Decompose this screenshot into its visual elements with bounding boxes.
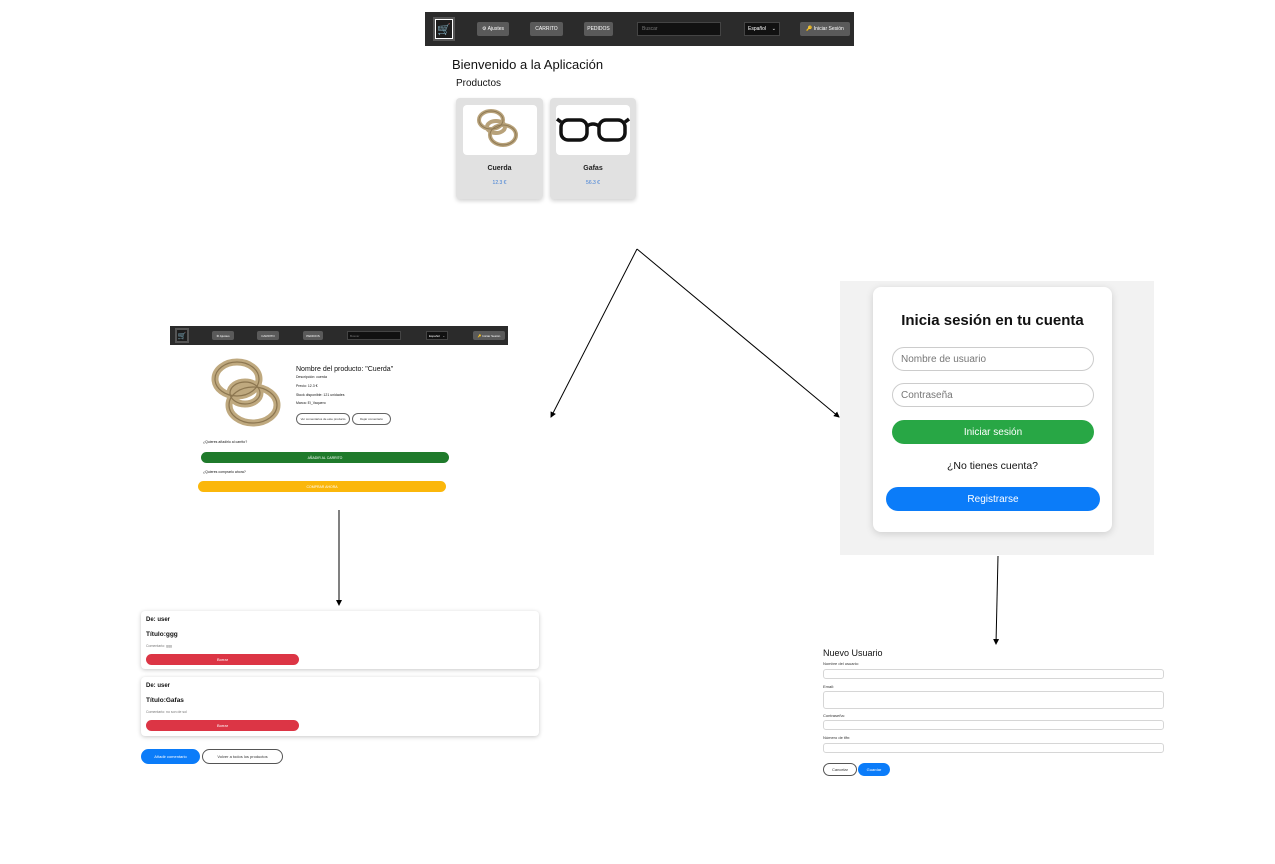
cart-button[interactable]: CARRITO [530,22,563,36]
email-label: Email: [823,684,835,689]
welcome-title: Bienvenido a la Aplicación [452,57,604,72]
username-placeholder: Nombre de usuario [901,353,987,365]
buy-now-question: ¿Quieres comprarlo ahora? [203,470,246,474]
comment-card: De: user Título:ggg Comentario: ggg Borr… [141,611,539,669]
language-select[interactable]: Español ⌄ [426,331,448,340]
password-label: Contraseña: [823,713,845,718]
language-label: Español [429,333,440,338]
password-field[interactable] [823,720,1164,730]
add-to-cart-question: ¿Quieres añadirlo al carrito? [203,440,248,444]
comment-title: Título:Gafas [146,697,184,704]
product-name: Gafas [583,165,603,172]
glasses-image [555,105,631,155]
product-stock: Stock disponible: 121 unidades [296,393,345,397]
register-button[interactable]: Registrarse [886,487,1100,511]
username-label: Nombre del usuario: [823,661,860,666]
language-label: Español [748,26,767,32]
delete-button[interactable]: Borrar [146,654,299,665]
comment-text: Comentario: ggg [146,644,172,648]
new-user-title: Nuevo Usuario [823,648,883,658]
product-price: Precio: 12.3 € [296,384,318,388]
search-input[interactable]: Buscar [347,331,401,340]
comment-author: De: user [146,617,171,623]
product-price: 56.3 € [586,180,600,186]
product-description: Descripción: cuerda [296,375,327,379]
comment-text: Comentario: no son de sol [146,710,187,714]
product-price: 12.3 € [492,180,507,186]
username-input[interactable]: Nombre de usuario [892,347,1094,371]
add-comment-button[interactable]: Añadir comentario [141,749,200,764]
login-title: Inicia sesión en tu cuenta [901,312,1084,329]
password-placeholder: Contraseña [901,389,953,401]
search-input[interactable]: Buscar [637,22,721,36]
chevron-down-icon: ⌄ [771,26,776,32]
view-comments-button[interactable]: Ver comentarios de este producto [296,413,350,425]
password-input[interactable]: Contraseña [892,383,1094,407]
leave-comment-button[interactable]: Dejar comentario [352,413,391,425]
arrow-home-to-login [636,248,840,418]
product-brand: Marca: El_Vaquero [296,401,326,405]
language-select[interactable]: Español ⌄ [744,22,780,36]
rope-image [203,349,289,435]
delete-button[interactable]: Borrar [146,720,299,731]
login-card: Inicia sesión en tu cuenta Nombre de usu… [873,287,1112,532]
buy-now-button[interactable]: COMPRAR AHORA [198,481,446,492]
cart-logo-icon[interactable]: 🛒 [175,328,189,343]
username-field[interactable] [823,669,1164,679]
cart-button[interactable]: CARRITO [257,331,279,340]
product-card-cuerda[interactable]: Cuerda 12.3 € [456,98,543,199]
no-account-text: ¿No tienes cuenta? [946,460,1039,472]
settings-button[interactable]: ⚙ Ajustes [477,22,509,36]
phone-field[interactable] [823,743,1164,753]
rope-image [463,105,537,155]
arrow-home-to-product [550,248,638,418]
email-field[interactable] [823,691,1164,709]
product-title: Nombre del producto: "Cuerda" [296,366,394,373]
product-name: Cuerda [487,165,512,172]
login-nav-button[interactable]: 🔑 Iniciar Sesión [800,22,850,36]
cart-logo-icon[interactable]: 🛒 [433,17,455,41]
login-submit-button[interactable]: Iniciar sesión [892,420,1094,444]
comment-title: Título:ggg [146,631,178,638]
detail-navbar: 🛒 ⚙ Ajustes CARRITO PEDIDOS Buscar Españ… [170,326,508,345]
cancel-button[interactable]: Cancelar [823,763,857,776]
orders-button[interactable]: PEDIDOS [584,22,613,36]
product-card-gafas[interactable]: Gafas 56.3 € [550,98,636,199]
phone-label: Número de tlfn: [823,735,851,740]
login-nav-button[interactable]: 🔑 Iniciar Sesión [473,331,505,340]
settings-button[interactable]: ⚙ Ajustes [212,331,234,340]
home-navbar: 🛒 ⚙ Ajustes CARRITO PEDIDOS Buscar Españ… [425,12,854,46]
back-to-products-button[interactable]: Volver a todos los productos [202,749,283,764]
save-button[interactable]: Guardar [858,763,890,776]
arrow-login-to-new-user [993,555,1000,645]
comment-card: De: user Título:Gafas Comentario: no son… [141,677,539,736]
products-heading: Productos [456,78,502,89]
login-screen: Inicia sesión en tu cuenta Nombre de usu… [840,281,1154,555]
orders-button[interactable]: PEDIDOS [303,331,323,340]
chevron-down-icon: ⌄ [442,333,445,338]
add-to-cart-button[interactable]: AÑADIR AL CARRITO [201,452,449,463]
comment-author: De: user [146,683,171,689]
